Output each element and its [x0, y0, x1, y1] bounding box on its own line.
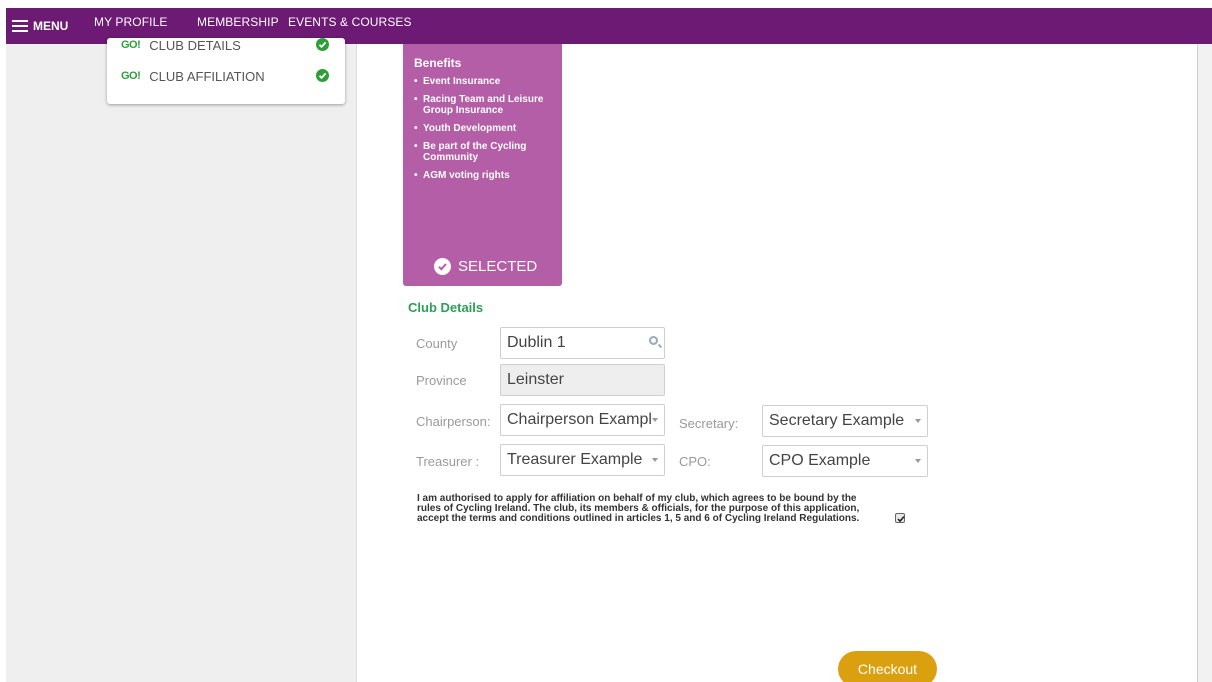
benefit-item: Be part of the Cycling Community [414, 141, 556, 163]
page-right-edge [1197, 44, 1212, 682]
step-club-affiliation[interactable]: GO! CLUB AFFILIATION [121, 67, 265, 85]
terms-checkbox[interactable] [895, 513, 905, 523]
nav-link-membership[interactable]: MEMBERSHIP [197, 8, 279, 36]
chairperson-value: Chairperson Exampl [507, 411, 652, 428]
chairperson-select[interactable]: Chairperson Exampl [500, 404, 665, 436]
selected-indicator: SELECTED [434, 258, 537, 275]
check-circle-icon [316, 69, 329, 82]
cpo-label: CPO: [679, 454, 711, 469]
treasurer-select[interactable]: Treasurer Example [500, 444, 665, 476]
treasurer-value: Treasurer Example [507, 451, 643, 468]
menu-label: MENU [33, 19, 69, 33]
county-value: Dublin 1 [507, 334, 566, 351]
hamburger-icon [12, 20, 28, 32]
nav-link-my-profile[interactable]: MY PROFILE [94, 8, 167, 36]
county-label: County [416, 336, 458, 351]
search-icon [649, 336, 658, 345]
benefit-item: Youth Development [414, 123, 556, 134]
secretary-value: Secretary Example [769, 412, 905, 429]
chevron-down-icon [915, 459, 921, 463]
left-sidebar [6, 44, 357, 682]
section-title-club-details: Club Details [408, 300, 484, 315]
province-field: Leinster [500, 364, 665, 396]
secretary-select[interactable]: Secretary Example [762, 405, 928, 437]
nav-link-events-courses[interactable]: EVENTS & COURSES [288, 8, 412, 36]
province-value: Leinster [507, 371, 564, 388]
cpo-select[interactable]: CPO Example [762, 445, 928, 477]
selected-label: SELECTED [458, 258, 538, 275]
checkout-button[interactable]: Checkout [838, 651, 937, 682]
chevron-down-icon [652, 458, 658, 462]
chevron-down-icon [652, 418, 658, 422]
check-circle-icon [434, 258, 451, 275]
county-search-input[interactable]: Dublin 1 [500, 327, 665, 359]
chairperson-label: Chairperson: [416, 414, 491, 429]
terms-text: I am authorised to apply for affiliation… [417, 493, 860, 524]
secretary-label: Secretary: [679, 416, 739, 431]
benefits-title: Benefits [414, 56, 462, 70]
cpo-value: CPO Example [769, 452, 871, 469]
go-logo-icon: GO! [121, 70, 141, 82]
steps-card: GO! CLUB DETAILS GO! CLUB AFFILIATION [107, 38, 345, 104]
step-club-details[interactable]: GO! CLUB DETAILS [121, 38, 241, 54]
treasurer-label: Treasurer : [416, 454, 480, 469]
membership-benefits-card[interactable]: Benefits Event Insurance Racing Team and… [403, 44, 562, 286]
benefit-item: Event Insurance [414, 76, 556, 87]
province-label: Province [416, 373, 467, 388]
chevron-down-icon [915, 419, 921, 423]
go-logo-icon: GO! [121, 39, 141, 51]
step-label: CLUB DETAILS [149, 38, 241, 53]
benefit-item: AGM voting rights [414, 170, 556, 181]
menu-button[interactable]: MENU [12, 8, 68, 44]
benefit-item: Racing Team and Leisure Group Insurance [414, 94, 556, 116]
step-label: CLUB AFFILIATION [149, 68, 265, 84]
check-circle-icon [316, 38, 329, 51]
benefits-list: Event Insurance Racing Team and Leisure … [414, 76, 556, 188]
